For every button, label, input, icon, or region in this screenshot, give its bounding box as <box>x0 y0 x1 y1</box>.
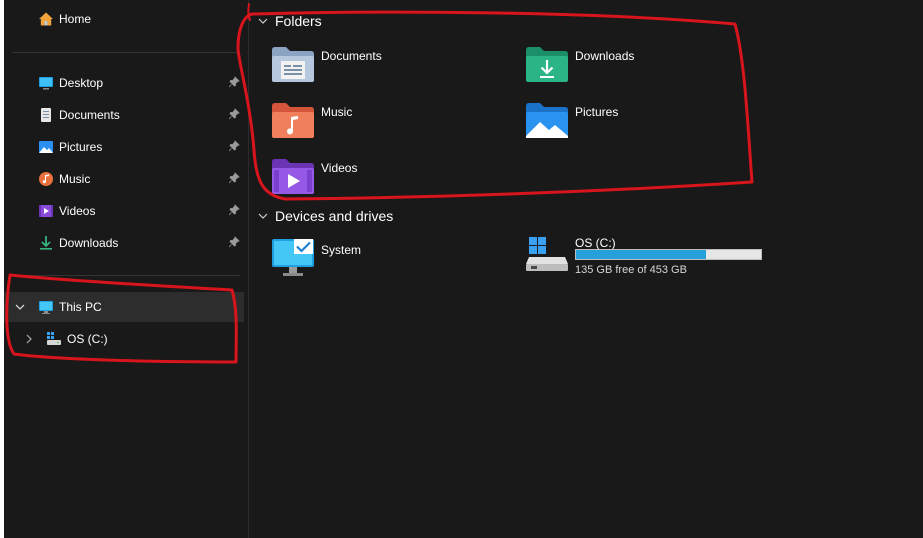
devices-section-header[interactable]: Devices and drives <box>257 208 393 224</box>
device-label: System <box>321 243 362 257</box>
pin-icon[interactable] <box>228 204 240 216</box>
navigation-pane: Home Desktop Documents Pictures Music Vi… <box>4 0 249 538</box>
pin-icon[interactable] <box>228 76 240 88</box>
downloads-folder-icon <box>526 47 568 82</box>
folder-tile-documents[interactable]: Documents <box>271 44 511 88</box>
sidebar-item-this-pc[interactable]: This PC <box>4 292 244 322</box>
sidebar-item-documents[interactable]: Documents <box>4 100 244 130</box>
videos-folder-icon <box>272 159 314 194</box>
pin-icon[interactable] <box>228 236 240 248</box>
section-title: Devices and drives <box>275 208 394 224</box>
documents-folder-icon <box>272 47 314 82</box>
sidebar-item-label: Videos <box>59 204 96 218</box>
computer-icon <box>39 301 53 314</box>
sidebar-item-desktop[interactable]: Desktop <box>4 68 244 98</box>
pin-icon[interactable] <box>228 140 240 152</box>
sidebar-item-label: Home <box>59 12 92 26</box>
drive-icon <box>526 237 568 271</box>
drive-free-space: 135 GB free of 453 GB <box>575 264 687 276</box>
folder-label: Videos <box>321 161 358 175</box>
drive-usage-bar <box>575 249 762 260</box>
device-tile-system[interactable]: System <box>271 238 511 282</box>
monitor-check-icon <box>272 239 314 276</box>
home-icon <box>39 12 53 26</box>
sidebar-divider <box>12 275 240 276</box>
downloads-icon <box>40 236 52 250</box>
drive-usage-fill <box>576 250 706 259</box>
chevron-down-icon[interactable] <box>257 15 269 27</box>
folder-label: Downloads <box>575 49 635 63</box>
sidebar-item-pictures[interactable]: Pictures <box>4 132 244 162</box>
sidebar-item-label: Music <box>59 172 91 186</box>
file-explorer-window: Home Desktop Documents Pictures Music Vi… <box>4 0 923 538</box>
folders-section-header[interactable]: Folders <box>257 13 322 29</box>
sidebar-item-downloads[interactable]: Downloads <box>4 228 244 258</box>
sidebar-item-home[interactable]: Home <box>4 4 244 34</box>
folder-label: Pictures <box>575 105 619 119</box>
section-title: Folders <box>275 13 322 29</box>
sidebar-item-label: This PC <box>59 300 102 314</box>
chevron-down-icon[interactable] <box>14 301 26 313</box>
content-pane: Folders Documents Downloads Music Pictur… <box>249 0 923 538</box>
music-icon <box>39 172 53 186</box>
folder-tile-pictures[interactable]: Pictures <box>525 100 765 144</box>
sidebar-item-label: OS (C:) <box>67 332 108 346</box>
documents-icon <box>41 108 51 122</box>
music-folder-icon <box>272 103 314 138</box>
sidebar-item-label: Desktop <box>59 76 104 90</box>
pictures-icon <box>39 141 53 153</box>
pictures-folder-icon <box>526 103 568 138</box>
sidebar-item-music[interactable]: Music <box>4 164 244 194</box>
sidebar-item-label: Pictures <box>59 140 103 154</box>
videos-icon <box>39 205 53 217</box>
folder-tile-music[interactable]: Music <box>271 100 511 144</box>
sidebar-item-label: Downloads <box>59 236 119 250</box>
chevron-down-icon[interactable] <box>257 210 269 222</box>
pin-icon[interactable] <box>228 172 240 184</box>
pin-icon[interactable] <box>228 108 240 120</box>
folder-label: Music <box>321 105 353 119</box>
sidebar-item-label: Documents <box>59 108 120 122</box>
drive-icon <box>47 332 61 345</box>
drive-label: OS (C:) <box>575 236 616 250</box>
desktop-icon <box>39 77 53 90</box>
folder-tile-downloads[interactable]: Downloads <box>525 44 765 88</box>
device-tile-os-drive[interactable]: OS (C:) 135 GB free of 453 GB <box>525 232 765 276</box>
sidebar-item-videos[interactable]: Videos <box>4 196 244 226</box>
folder-tile-videos[interactable]: Videos <box>271 156 511 200</box>
folder-label: Documents <box>321 49 382 63</box>
sidebar-divider <box>12 52 240 53</box>
chevron-right-icon[interactable] <box>23 333 35 345</box>
sidebar-item-os-drive[interactable]: OS (C:) <box>4 324 244 354</box>
